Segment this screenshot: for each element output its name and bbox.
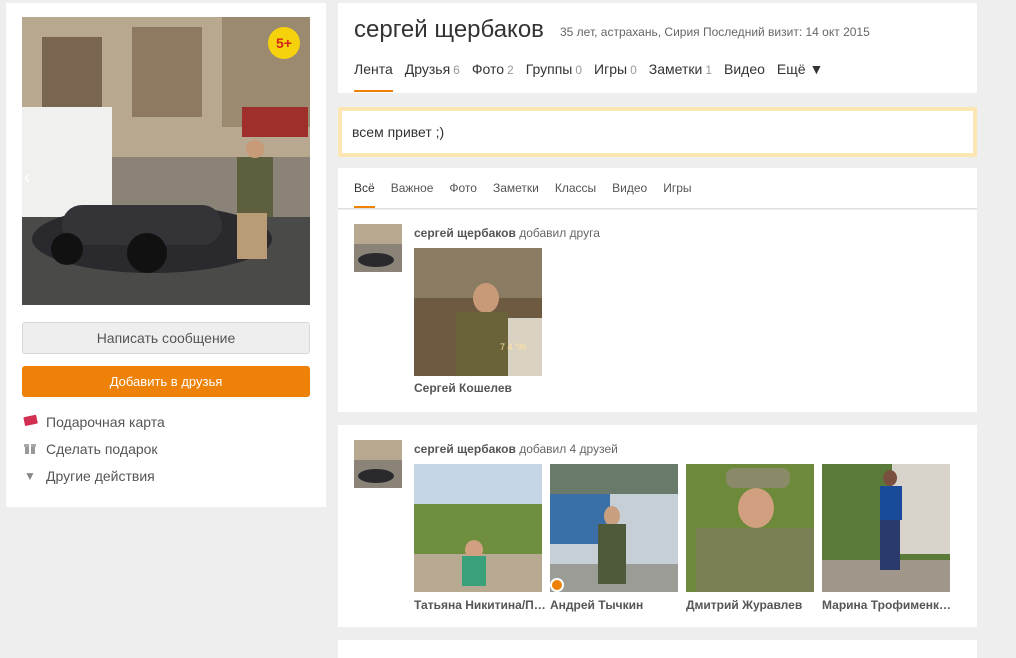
post-action: добавил друга — [519, 226, 600, 240]
tab-label: Ещё ▼ — [776, 61, 824, 77]
profile-photo[interactable]: 5+ ‹ — [22, 17, 310, 305]
tab-games[interactable]: Игры 0 — [594, 61, 637, 93]
tab-photos[interactable]: Фото 2 — [472, 61, 514, 93]
status-box[interactable]: всем привет ;) — [338, 107, 977, 157]
post-author[interactable]: сергей щербаков — [414, 442, 516, 456]
avatar[interactable] — [354, 224, 402, 272]
add-friend-button[interactable]: Добавить в друзья — [22, 366, 310, 397]
friend-name[interactable]: Татьяна Никитина/П… — [414, 598, 548, 612]
friend-name[interactable]: Марина Трофименк… — [822, 598, 956, 612]
profile-name: сергей щербаков — [354, 16, 544, 43]
tab-count: 2 — [507, 63, 514, 77]
tab-label: Заметки — [648, 61, 703, 77]
filter-video[interactable]: Видео — [612, 181, 647, 207]
profile-header: сергей щербаков 35 лет, астрахань, Сирия… — [338, 3, 977, 93]
post-action: добавил 4 друзей — [519, 442, 618, 456]
online-indicator-icon — [550, 578, 564, 592]
tab-count: 0 — [575, 63, 583, 77]
gift-icon — [22, 441, 38, 458]
friend-name[interactable]: Сергей Кошелев — [414, 381, 548, 395]
friend-name[interactable]: Дмитрий Журавлев — [686, 598, 820, 612]
feed-filters: Всё Важное Фото Заметки Классы Видео Игр… — [338, 168, 977, 209]
other-actions-label: Другие действия — [46, 468, 155, 484]
filter-photo[interactable]: Фото — [449, 181, 477, 207]
triangle-down-icon: ▼ — [24, 469, 36, 483]
tab-friends[interactable]: Друзья 6 — [405, 61, 460, 93]
photo-date-stamp: 7 4 '96 — [500, 342, 527, 352]
friend-photo[interactable] — [686, 464, 814, 592]
avatar[interactable] — [354, 440, 402, 488]
other-actions-link[interactable]: ▼ Другие действия — [22, 466, 155, 486]
filter-games[interactable]: Игры — [663, 181, 691, 207]
friend-photo[interactable] — [550, 464, 678, 592]
make-gift-link[interactable]: Сделать подарок — [22, 439, 158, 459]
tab-groups[interactable]: Группы 0 — [526, 61, 582, 93]
tab-more[interactable]: Ещё ▼ — [777, 61, 823, 93]
profile-meta: 35 лет, астрахань, Сирия Последний визит… — [560, 25, 870, 39]
tab-video[interactable]: Видео — [724, 61, 765, 93]
tab-label: Игры — [594, 61, 628, 77]
filter-notes[interactable]: Заметки — [493, 181, 539, 207]
feed-post: сергей щербаков добавил друга 7 4 '96 Се… — [338, 210, 977, 412]
post-author[interactable]: сергей щербаков — [414, 226, 516, 240]
filter-all[interactable]: Всё — [354, 181, 375, 208]
gift-card-link[interactable]: Подарочная карта — [22, 412, 165, 432]
profile-tabs: Лента Друзья 6 Фото 2 Группы 0 Игры 0 Заметк… — [354, 61, 835, 93]
tab-count: 6 — [453, 63, 460, 77]
post-title: сергей щербаков добавил 4 друзей — [414, 442, 618, 456]
gift-card-icon — [22, 414, 38, 430]
post-title: сергей щербаков добавил друга — [414, 226, 600, 240]
status-text: всем привет ;) — [352, 124, 445, 140]
make-gift-label: Сделать подарок — [46, 441, 158, 457]
tab-count: 1 — [705, 63, 712, 77]
friend-photo[interactable]: 7 4 '96 — [414, 248, 542, 376]
filter-classes[interactable]: Классы — [555, 181, 596, 207]
tab-notes[interactable]: Заметки 1 — [649, 61, 712, 93]
gift-card-label: Подарочная карта — [46, 414, 165, 430]
tab-label: Лента — [354, 61, 393, 77]
tab-label: Группы — [525, 61, 573, 77]
friend-name[interactable]: Андрей Тычкин — [550, 598, 684, 612]
tab-label: Друзья — [404, 61, 451, 77]
feed-post: сергей щербаков добавил 4 друзей Татьяна… — [338, 425, 977, 627]
friend-photo[interactable] — [822, 464, 950, 592]
chevron-left-icon[interactable]: ‹ — [24, 167, 30, 188]
photo-count-badge[interactable]: 5+ — [268, 27, 300, 59]
tab-label: Фото — [471, 61, 505, 77]
tab-count: 0 — [630, 63, 637, 77]
feed-post — [338, 640, 977, 658]
filter-important[interactable]: Важное — [391, 181, 434, 207]
tab-label: Видео — [724, 61, 765, 77]
profile-card: 5+ ‹ Написать сообщение Добавить в друзь… — [6, 3, 326, 507]
send-message-button[interactable]: Написать сообщение — [22, 322, 310, 354]
tab-feed[interactable]: Лента — [354, 61, 393, 93]
friend-photo[interactable] — [414, 464, 542, 592]
